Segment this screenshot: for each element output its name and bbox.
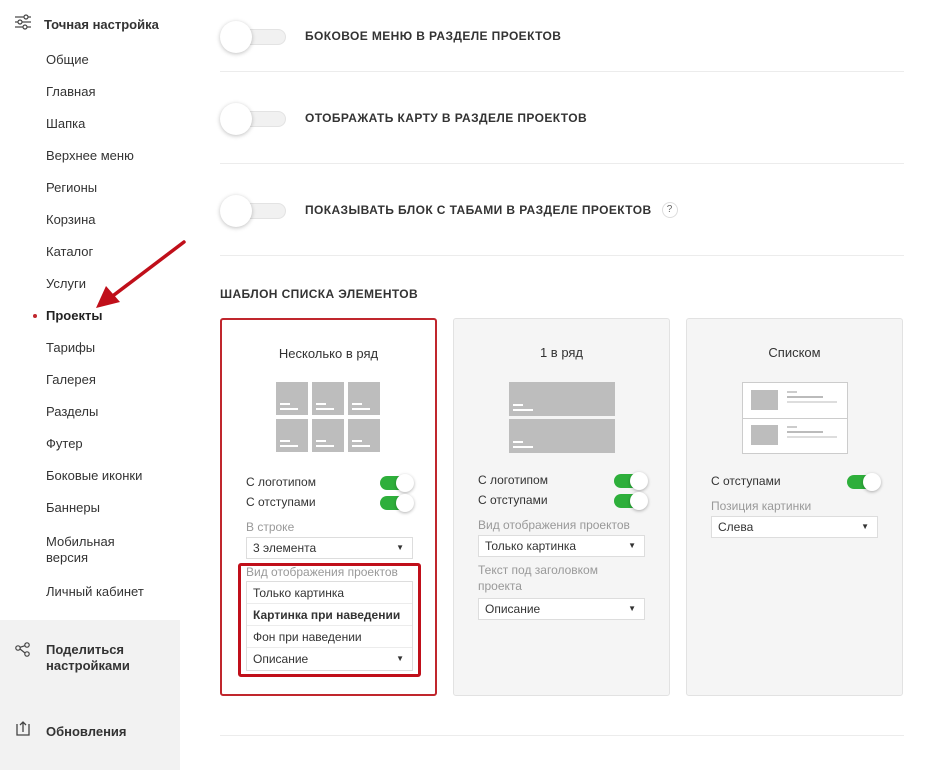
annotation-arrow-icon — [96, 240, 186, 308]
text-under-title-value: Описание — [485, 602, 541, 616]
sidebar: Точная настройка Общие Главная Шапка Вер… — [0, 0, 180, 770]
chevron-down-icon: ▼ — [396, 543, 404, 552]
updates-icon — [14, 720, 32, 743]
help-icon[interactable]: ? — [661, 201, 678, 218]
with-padding-switch[interactable] — [380, 494, 414, 512]
image-position-label: Позиция картинки — [711, 499, 812, 513]
sidebar-item-general[interactable]: Общие — [0, 44, 180, 76]
share-settings-label: Поделиться настройками — [46, 642, 130, 673]
sidebar-item-cart[interactable]: Корзина — [0, 204, 180, 236]
chevron-down-icon: ▼ — [396, 654, 404, 663]
template-card-list[interactable]: Списком С отступами Позиция картинки Сле… — [686, 318, 903, 696]
chevron-down-icon: ▼ — [628, 541, 636, 550]
grid-preview-icon — [276, 382, 382, 454]
sidebar-menu: Общие Главная Шапка Верхнее меню Регионы… — [0, 44, 180, 608]
setting-side-menu: БОКОВОЕ МЕНЮ В РАЗДЕЛЕ ПРОЕКТОВ — [220, 0, 904, 72]
with-logo-switch[interactable] — [380, 474, 414, 492]
tabs-block-label: ПОКАЗЫВАТЬ БЛОК С ТАБАМИ В РАЗДЕЛЕ ПРОЕК… — [305, 202, 652, 217]
in-row-label: В строке — [246, 520, 295, 534]
with-padding-label: С отступами — [478, 493, 548, 507]
text-under-title-label: Текст под заголовком проекта — [478, 563, 598, 593]
view-mode-value: Описание — [253, 652, 309, 666]
sidebar-item-tariffs[interactable]: Тарифы — [0, 332, 180, 364]
in-row-select[interactable]: 3 элемента ▼ — [246, 537, 413, 559]
divider — [220, 735, 904, 736]
side-menu-toggle[interactable] — [220, 20, 286, 53]
in-row-value: 3 элемента — [253, 541, 317, 555]
view-mode-value: Только картинка — [485, 539, 577, 553]
chevron-down-icon: ▼ — [628, 604, 636, 613]
view-option-image-only[interactable]: Только картинка — [247, 582, 412, 604]
with-logo-label: С логотипом — [246, 475, 316, 489]
with-logo-switch[interactable] — [614, 472, 648, 490]
one-row-preview-icon — [509, 382, 615, 454]
sidebar-bottom-panel: Поделиться настройками Обновления — [0, 620, 180, 770]
share-icon — [14, 642, 32, 674]
side-menu-label: БОКОВОЕ МЕНЮ В РАЗДЕЛЕ ПРОЕКТОВ — [305, 28, 562, 43]
sidebar-item-main[interactable]: Главная — [0, 76, 180, 108]
sidebar-item-side-icons[interactable]: Боковые иконки — [0, 460, 180, 492]
view-option-image-hover[interactable]: Картинка при наведении — [247, 604, 412, 626]
with-padding-switch[interactable] — [847, 473, 881, 491]
template-section-title: ШАБЛОН СПИСКА ЭЛЕМЕНТОВ — [220, 287, 419, 301]
with-padding-label: С отступами — [711, 474, 781, 488]
list-preview-icon — [742, 382, 848, 454]
image-position-value: Слева — [718, 520, 754, 534]
with-logo-label: С логотипом — [478, 473, 548, 487]
card-title: 1 в ряд — [539, 345, 584, 360]
updates-button[interactable]: Обновления — [14, 720, 127, 743]
sidebar-item-header[interactable]: Шапка — [0, 108, 180, 140]
text-under-title-select[interactable]: Описание ▼ — [478, 598, 645, 620]
template-cards: Несколько в ряд С логотипом С отступами … — [220, 318, 904, 698]
view-mode-label: Вид отображения проектов — [246, 565, 398, 579]
with-padding-label: С отступами — [246, 495, 316, 509]
show-map-toggle[interactable] — [220, 102, 286, 135]
sidebar-item-top-menu[interactable]: Верхнее меню — [0, 140, 180, 172]
sidebar-item-account[interactable]: Личный кабинет — [0, 576, 180, 608]
tabs-block-toggle[interactable] — [220, 194, 286, 227]
template-card-grid[interactable]: Несколько в ряд С логотипом С отступами … — [220, 318, 437, 696]
sidebar-header[interactable]: Точная настройка — [14, 14, 159, 35]
image-position-select[interactable]: Слева ▼ — [711, 516, 878, 538]
sliders-icon — [14, 14, 32, 35]
sidebar-title: Точная настройка — [44, 17, 159, 32]
chevron-down-icon: ▼ — [861, 522, 869, 531]
view-mode-label: Вид отображения проектов — [478, 518, 630, 532]
template-card-one-row[interactable]: 1 в ряд С логотипом С отступами Вид отоб… — [453, 318, 670, 696]
card-title: Несколько в ряд — [278, 346, 379, 361]
show-map-label: ОТОБРАЖАТЬ КАРТУ В РАЗДЕЛЕ ПРОЕКТОВ — [305, 110, 588, 125]
sidebar-item-mobile[interactable]: Мобильная версия — [0, 524, 130, 576]
sidebar-item-footer[interactable]: Футер — [0, 428, 180, 460]
main-content: БОКОВОЕ МЕНЮ В РАЗДЕЛЕ ПРОЕКТОВ ОТОБРАЖА… — [220, 0, 904, 696]
view-mode-dropdown[interactable]: Только картинка Картинка при наведении Ф… — [246, 581, 413, 671]
setting-tabs-block: ПОКАЗЫВАТЬ БЛОК С ТАБАМИ В РАЗДЕЛЕ ПРОЕК… — [220, 164, 904, 256]
sidebar-item-regions[interactable]: Регионы — [0, 172, 180, 204]
sidebar-item-sections[interactable]: Разделы — [0, 396, 180, 428]
view-option-bg-hover[interactable]: Фон при наведении — [247, 626, 412, 648]
view-mode-current[interactable]: Описание ▼ — [247, 648, 412, 670]
card-title: Списком — [768, 345, 821, 360]
share-settings-button[interactable]: Поделиться настройками — [14, 642, 156, 674]
sidebar-item-gallery[interactable]: Галерея — [0, 364, 180, 396]
with-padding-switch[interactable] — [614, 492, 648, 510]
view-mode-select[interactable]: Только картинка ▼ — [478, 535, 645, 557]
updates-label: Обновления — [46, 724, 127, 739]
setting-show-map: ОТОБРАЖАТЬ КАРТУ В РАЗДЕЛЕ ПРОЕКТОВ — [220, 72, 904, 164]
sidebar-item-banners[interactable]: Баннеры — [0, 492, 180, 524]
